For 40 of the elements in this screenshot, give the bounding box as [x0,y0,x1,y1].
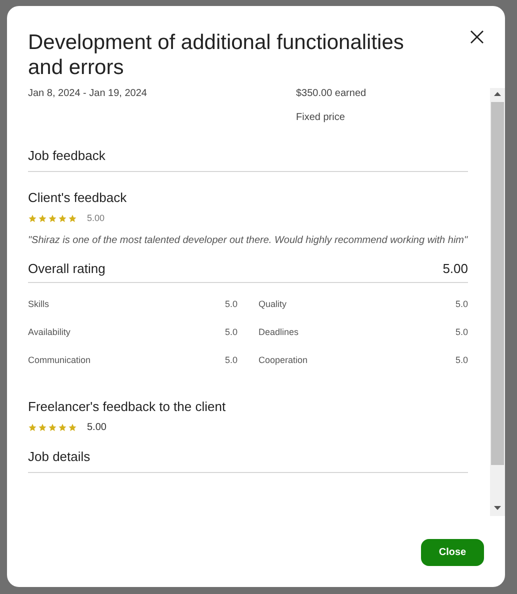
rating-label: Cooperation [258,355,308,365]
client-comment: "Shiraz is one of the most talented developer out there. Would highly recommend working with him" [28,234,468,248]
rating-value: 5.0 [455,327,468,337]
rating-label: Skills [28,299,50,309]
rating-value: 5.0 [455,299,468,309]
star-icon [48,423,57,432]
star-icon [28,423,37,432]
star-icon [28,214,37,222]
earned-amount: $350.00 earned [296,88,368,99]
star-icon [38,423,47,432]
rating-label: Deadlines [258,327,299,337]
section-heading: Freelancer's feedback to the client [28,398,227,414]
star-icon [58,214,67,222]
rating-value: 5.0 [224,299,238,309]
star-icon [68,214,77,222]
section-heading: Client's feedback [28,189,128,205]
star-icon [58,423,67,432]
close-icon[interactable] [469,30,485,46]
star-icon [48,214,57,222]
rating-value: 5.0 [455,355,468,365]
rating-value: 5.0 [224,327,238,337]
rating-label: Communication [28,355,91,365]
overall-rating-label: Overall rating [28,261,106,276]
rating-score: 5.00 [87,422,106,433]
overall-rating-score: 5.00 [442,261,468,276]
close-button[interactable]: Close [421,539,484,566]
dialog-title: Development of additional functionalities and errors [28,30,405,80]
rating-score: 5.00 [87,213,105,223]
rating-label: Availability [28,327,70,337]
rating-value: 5.0 [224,355,238,365]
star-icon [68,423,77,432]
section-heading: Job feedback [28,123,468,172]
date-range: Jan 8, 2024 - Jan 19, 2024 [28,88,148,99]
rating-label: Quality [258,299,287,309]
scroll-down-arrow-icon[interactable] [494,506,501,510]
scroll-up-arrow-icon[interactable] [494,92,501,96]
star-icon [38,214,47,222]
scrollbar[interactable] [490,88,505,516]
section-heading: Job details [28,433,468,473]
price-type: Fixed price [296,112,346,123]
